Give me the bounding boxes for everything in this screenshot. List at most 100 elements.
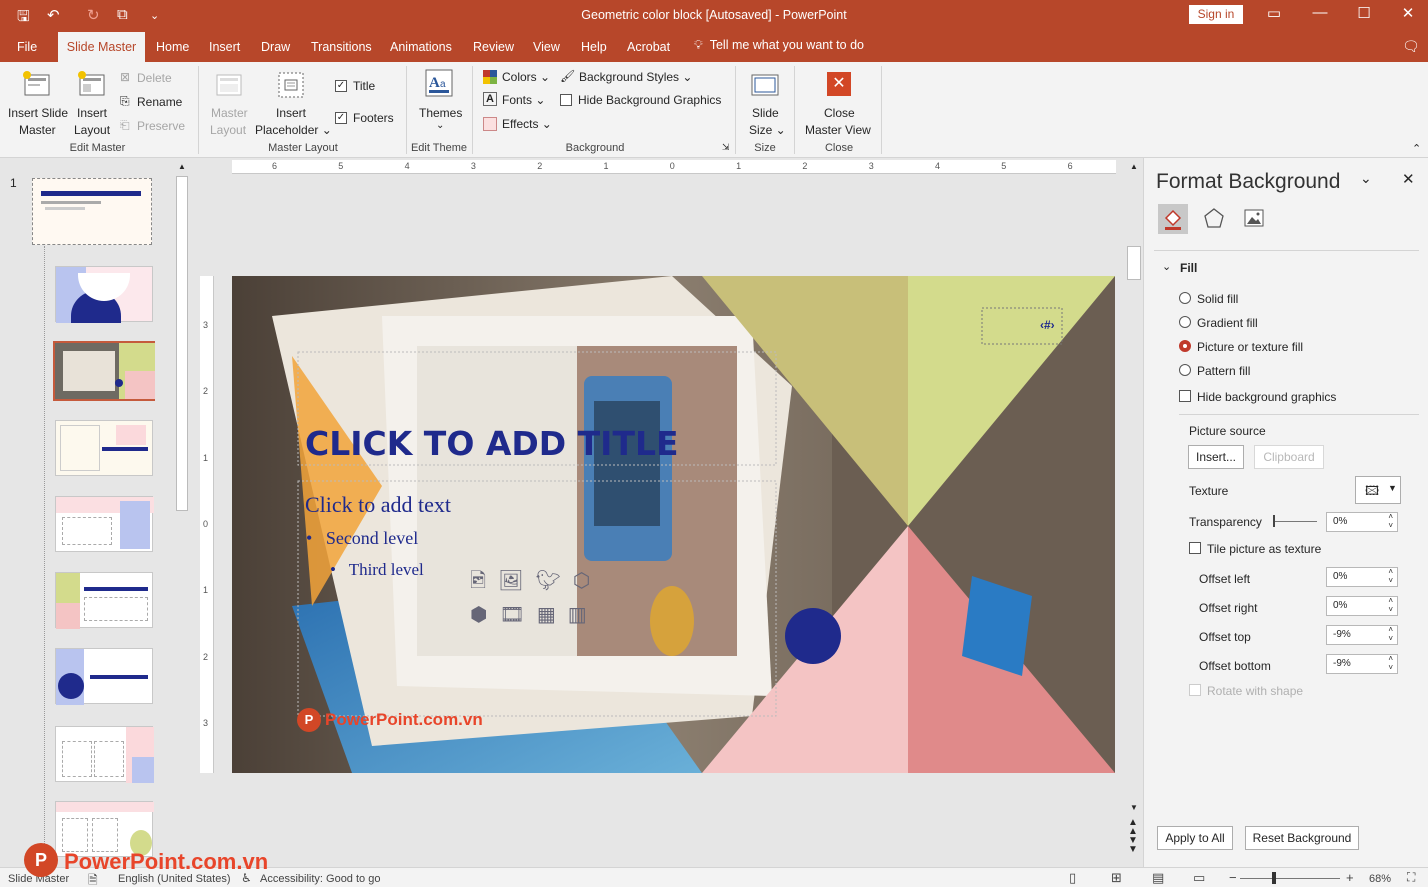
ruler-h-label: 3 [470, 161, 476, 171]
tab-slide-master[interactable]: Slide Master [58, 32, 145, 62]
thumbnail-layout[interactable] [55, 648, 153, 705]
thumbnail-scrollbar-thumb[interactable] [176, 176, 188, 511]
transparency-slider-handle[interactable] [1273, 515, 1275, 527]
ruler-v-label: 1 [203, 585, 209, 596]
comments-icon[interactable]: 🗨︎ [1402, 38, 1420, 55]
close-window-icon[interactable]: ✕ [1393, 4, 1423, 22]
slideshow-icon[interactable]: ▭ [1193, 870, 1205, 886]
thumbnail-layout[interactable] [55, 496, 154, 552]
sign-in-button[interactable]: Sign in [1189, 5, 1243, 24]
group-label-background: Background [565, 142, 625, 154]
pane-options-chevron-icon[interactable]: ⌄ [1360, 170, 1372, 187]
fill-collapse-icon[interactable]: ⌄ [1162, 260, 1171, 273]
minimize-icon[interactable]: — [1305, 4, 1335, 21]
offset-right-spinner[interactable]: 0% [1326, 596, 1398, 616]
pane-close-icon[interactable]: ✕ [1402, 170, 1415, 188]
tab-file[interactable]: File [17, 40, 37, 54]
slide-body-text[interactable]: Click to add text [305, 492, 451, 518]
tab-insert[interactable]: Insert [209, 40, 240, 54]
transparency-spinner[interactable]: 0% [1326, 512, 1398, 532]
tell-me-search[interactable]: 💡︎ Tell me what you want to do [694, 38, 864, 53]
apply-to-all-button[interactable]: Apply to All [1157, 826, 1233, 850]
effects-icon [483, 117, 497, 131]
fit-slide-icon[interactable]: ⛶ [1407, 870, 1415, 885]
slide-bullet-level3[interactable]: • Third level [330, 560, 424, 580]
scroll-down-icon[interactable]: ▼ [1130, 803, 1138, 812]
tab-draw[interactable]: Draw [261, 40, 290, 54]
delete-label: Delete [137, 71, 172, 85]
next-slide-icon[interactable]: ▼ ▼ [1128, 836, 1138, 855]
thumbnail-shape [60, 425, 100, 471]
slide-number[interactable]: ‹#› [1040, 318, 1055, 332]
offset-top-spinner[interactable]: -9% [1326, 625, 1398, 645]
transparency-slider-track[interactable] [1274, 521, 1317, 522]
maximize-icon[interactable]: ☐ [1349, 4, 1379, 22]
slide-bullet-level2[interactable]: • Second level [306, 528, 418, 549]
thumbnail-master[interactable] [32, 178, 152, 245]
tab-transitions[interactable]: Transitions [311, 40, 372, 54]
scroll-up-icon[interactable]: ▲ [178, 162, 186, 171]
zoom-slider-handle[interactable] [1272, 872, 1276, 884]
offset-bottom-spinner[interactable]: -9% [1326, 654, 1398, 674]
rename-icon: ⎘ [120, 94, 130, 108]
picture-fill-label: Picture or texture fill [1197, 340, 1304, 354]
previous-slide-icon[interactable]: ▲ ▲ [1128, 818, 1138, 837]
payphone-screen [594, 401, 660, 526]
texture-dropdown[interactable]: 🖾 ▼ [1355, 476, 1401, 504]
picture-icon[interactable]: 🖼︎ [498, 570, 535, 592]
effects-pentagon-icon[interactable] [1202, 206, 1226, 230]
3d-model-icon[interactable]: ⬡ [573, 570, 602, 592]
collapse-ribbon-icon[interactable]: ⌃ [1412, 142, 1421, 155]
slide-scrollbar[interactable]: ▲ ▼ ▲ ▲ ▼ ▼ [1126, 160, 1142, 868]
reading-view-icon[interactable]: ▤ [1152, 870, 1164, 886]
ruler-v-label: 0 [203, 518, 209, 529]
ribbon-separator [735, 66, 736, 154]
scroll-up-icon[interactable]: ▲ [1130, 162, 1138, 171]
reset-background-button[interactable]: Reset Background [1245, 826, 1359, 850]
chart-icon[interactable]: ▥ [568, 604, 599, 626]
fill-section-header[interactable]: Fill [1180, 261, 1197, 275]
tab-animations[interactable]: Animations [390, 40, 452, 54]
zoom-out-icon[interactable]: − [1229, 870, 1237, 885]
fill-tab[interactable] [1158, 204, 1188, 234]
tab-review[interactable]: Review [473, 40, 514, 54]
tab-home[interactable]: Home [156, 40, 189, 54]
ribbon-display-options-icon[interactable]: ▭ [1259, 4, 1289, 22]
zoom-slider-track[interactable] [1240, 878, 1340, 879]
thumbnail-scrollbar[interactable]: ▲ [175, 160, 189, 868]
gradient-fill-label: Gradient fill [1197, 316, 1258, 330]
level2-text: Second level [325, 528, 419, 548]
tab-acrobat[interactable]: Acrobat [627, 40, 670, 54]
slide-sorter-icon[interactable]: ⊞ [1111, 870, 1122, 886]
svg-text:a: a [440, 79, 446, 90]
smartart-icon[interactable]: ⬢ [470, 604, 499, 626]
offset-left-spinner[interactable]: 0% [1326, 567, 1398, 587]
tab-view[interactable]: View [533, 40, 560, 54]
slide-title[interactable]: CLICK TO ADD TITLE [305, 424, 679, 463]
format-background-launcher-icon[interactable]: ⇲ [722, 142, 730, 153]
group-label-edit-master: Edit Master [69, 142, 126, 154]
ruler-h-label: 4 [404, 161, 410, 171]
table-icon[interactable]: ▦ [537, 604, 568, 626]
thumbnail-pane: 1 [0, 158, 190, 867]
icons-icon[interactable]: 🐦︎ [535, 570, 572, 592]
zoom-in-icon[interactable]: + [1346, 870, 1354, 885]
tab-help[interactable]: Help [581, 40, 607, 54]
thumbnail-layout-selected[interactable] [53, 341, 155, 401]
picture-tab-icon[interactable] [1242, 206, 1266, 230]
thumbnail-layout[interactable] [55, 266, 153, 323]
clipboard-button[interactable]: Clipboard [1254, 445, 1324, 469]
zoom-level[interactable]: 68% [1369, 873, 1391, 885]
online-picture-icon[interactable]: 🖻 [470, 570, 498, 592]
rotate-checkbox-box [1189, 684, 1201, 696]
slide-canvas[interactable]: CLICK TO ADD TITLE Click to add text • S… [232, 276, 1115, 773]
thumbnail-layout[interactable] [55, 572, 153, 629]
slide-scrollbar-thumb[interactable] [1127, 246, 1141, 280]
thumbnail-layout[interactable] [55, 420, 153, 476]
status-accessibility[interactable]: Accessibility: Good to go [260, 873, 380, 885]
insert-picture-button[interactable]: Insert... [1188, 445, 1244, 469]
thumbnail-layout[interactable] [55, 726, 154, 783]
normal-view-icon[interactable]: ▯ [1069, 870, 1076, 886]
video-icon[interactable]: 🎞︎ [499, 604, 536, 626]
tile-label: Tile picture as texture [1207, 542, 1322, 556]
